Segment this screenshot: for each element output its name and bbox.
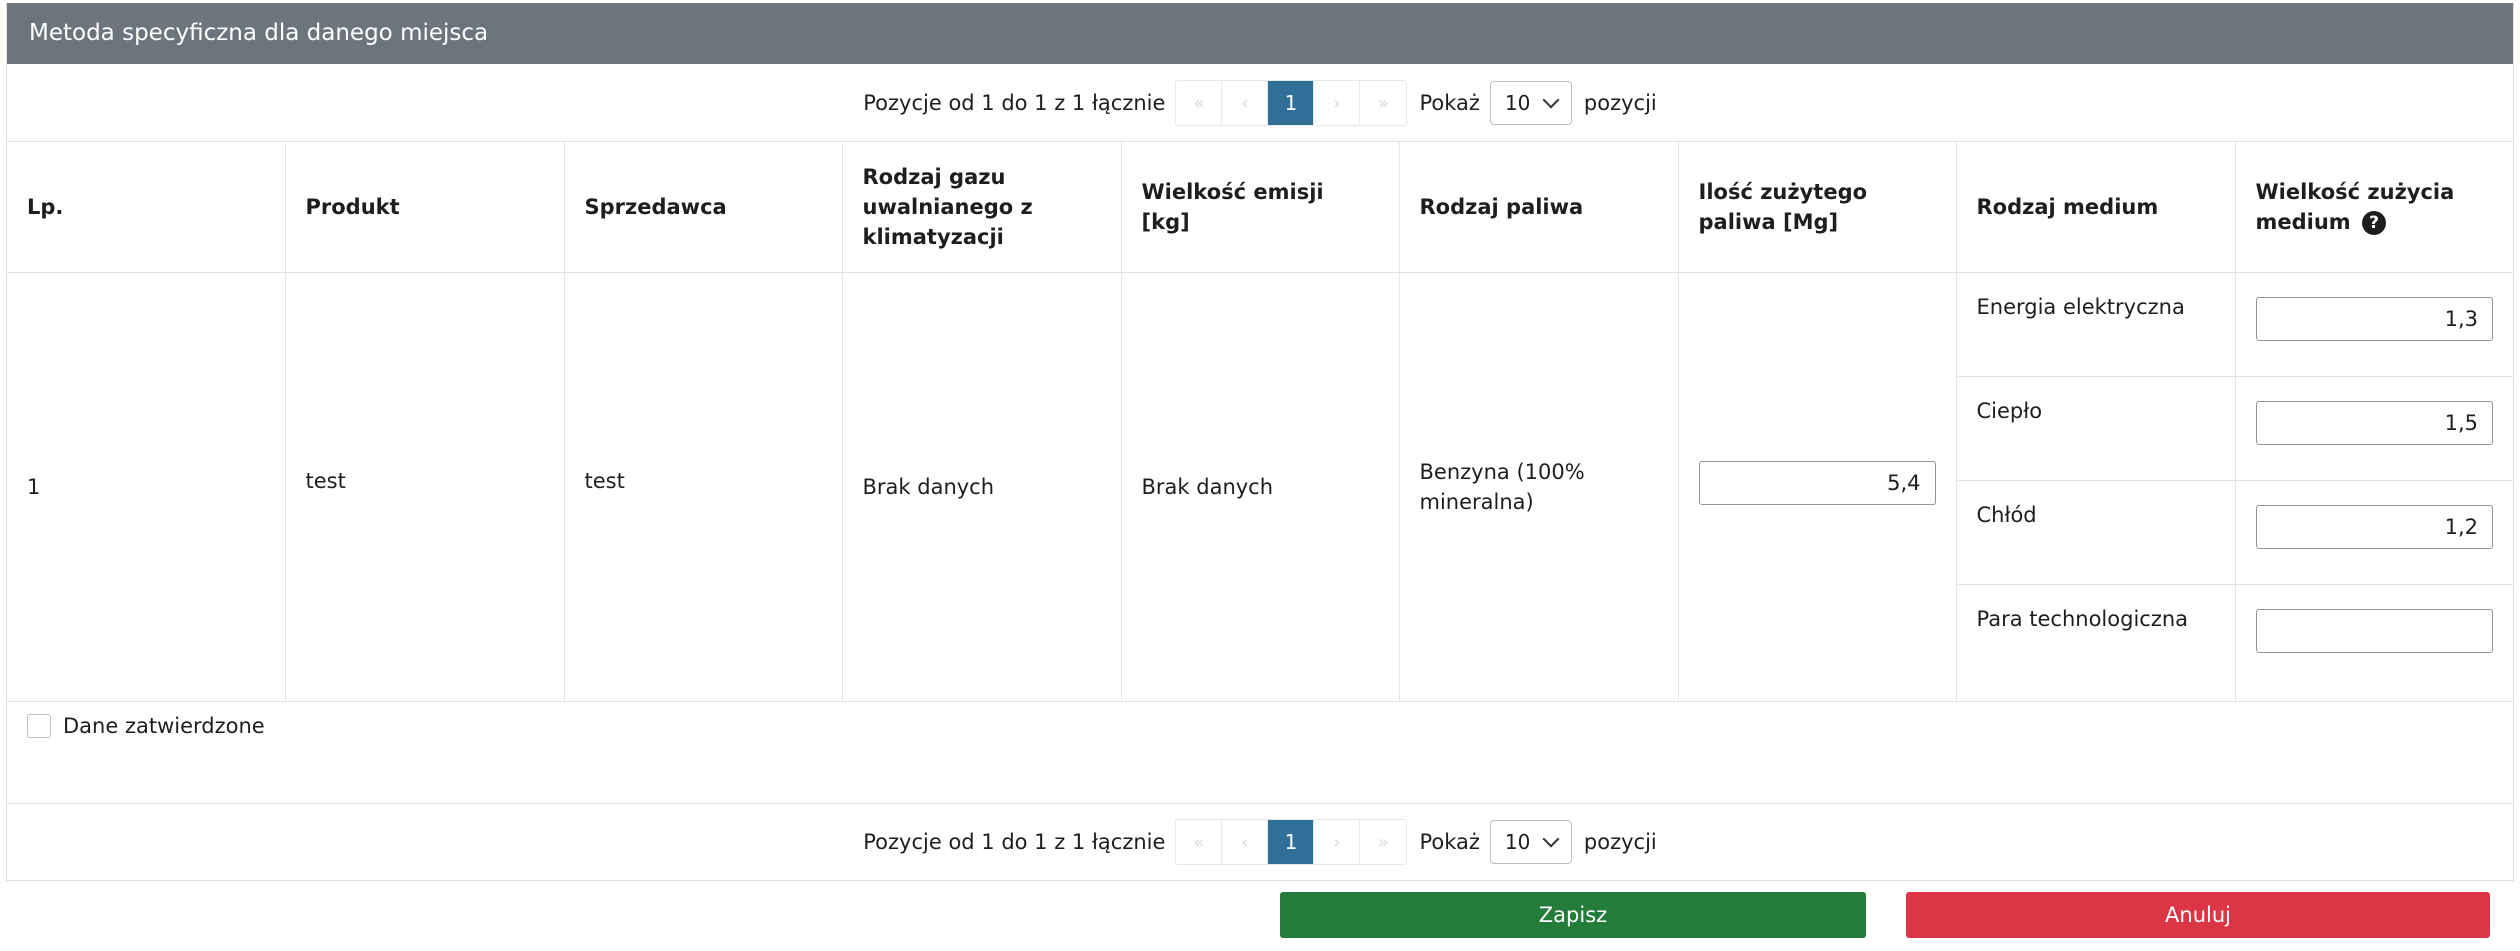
approved-checkbox[interactable] xyxy=(27,714,51,738)
items-label: pozycji xyxy=(1583,91,1657,115)
per-page-select[interactable]: 10 xyxy=(1489,81,1572,125)
question-circle-icon[interactable]: ? xyxy=(2362,211,2386,235)
list-item: 1,2 xyxy=(2235,481,2513,585)
save-button[interactable]: Zapisz xyxy=(1280,892,1866,938)
pagination-bar-top: Pozycje od 1 do 1 z 1 łącznie « ‹ 1 › » … xyxy=(7,65,2513,142)
chevron-down-icon xyxy=(1542,830,1560,848)
medium-usage-input[interactable] xyxy=(2255,609,2493,653)
medium-name: Chłód xyxy=(1976,503,2037,527)
header-medium-usage-label: Wielkość zużycia medium xyxy=(2255,180,2455,234)
page-next-button[interactable]: › xyxy=(1314,820,1361,864)
table-header-row: Lp. Produkt Sprzedawca Rodzaj gazu uwaln… xyxy=(7,142,2513,273)
cell-seller: test xyxy=(564,272,843,702)
cell-lp: 1 xyxy=(7,272,286,702)
list-item xyxy=(2236,585,2514,689)
header-fuel-amount: Ilość zużytego paliwa [Mg] xyxy=(1678,142,1957,273)
cell-medium-types: Energia elektryczna Ciepło Chłód Para te… xyxy=(1956,272,2236,702)
panel-title: Metoda specyficzna dla danego miejsca xyxy=(7,3,2513,64)
cell-medium-usage: 1,3 1,5 1,2 xyxy=(2235,272,2514,702)
fuel-amount-input[interactable]: 5,4 xyxy=(1698,461,1936,505)
list-item: Chłód xyxy=(1956,481,2235,585)
page-first-button[interactable]: « xyxy=(1176,820,1223,864)
medium-usage-input[interactable]: 1,5 xyxy=(2255,401,2493,445)
page-current-button[interactable]: 1 xyxy=(1268,81,1315,125)
cell-fuel-amount: 5,4 xyxy=(1678,272,1957,702)
cell-gas-type: Brak danych xyxy=(842,272,1122,702)
header-gas-type: Rodzaj gazu uwalnianego z klimatyzacji xyxy=(842,142,1122,273)
pagination-bar-bottom: Pozycje od 1 do 1 z 1 łącznie « ‹ 1 › » … xyxy=(7,803,2513,880)
show-label: Pokaż xyxy=(1419,91,1480,115)
items-label: pozycji xyxy=(1583,830,1657,854)
list-item: Energia elektryczna xyxy=(1956,273,2235,377)
header-seller: Sprzedawca xyxy=(564,142,843,273)
list-item: 1,3 xyxy=(2235,273,2513,377)
page-current-button[interactable]: 1 xyxy=(1268,820,1315,864)
page-prev-button[interactable]: ‹ xyxy=(1222,81,1269,125)
medium-usage-input[interactable]: 1,2 xyxy=(2255,505,2493,549)
table-row: 1 test test Brak danych Brak danych Benz… xyxy=(7,272,2514,702)
medium-usage-input[interactable]: 1,3 xyxy=(2255,297,2493,341)
header-product: Produkt xyxy=(285,142,565,273)
pagination-summary: Pozycje od 1 do 1 z 1 łącznie xyxy=(863,91,1166,115)
medium-name: Energia elektryczna xyxy=(1976,295,2185,319)
site-specific-method-panel: Metoda specyficzna dla danego miejsca Po… xyxy=(6,3,2514,881)
medium-name: Para technologiczna xyxy=(1976,607,2189,631)
pagination: « ‹ 1 › » xyxy=(1175,819,1408,865)
page-first-button[interactable]: « xyxy=(1176,81,1223,125)
pagination: « ‹ 1 › » xyxy=(1175,80,1408,126)
header-emission: Wielkość emisji [kg] xyxy=(1121,142,1400,273)
page-last-button[interactable]: » xyxy=(1360,820,1406,864)
page-next-button[interactable]: › xyxy=(1314,81,1361,125)
per-page-value: 10 xyxy=(1504,830,1531,854)
pagination-summary: Pozycje od 1 do 1 z 1 łącznie xyxy=(863,830,1166,854)
list-item: Para technologiczna xyxy=(1957,585,2235,689)
approved-label: Dane zatwierdzone xyxy=(63,714,265,738)
header-fuel-type: Rodzaj paliwa xyxy=(1399,142,1679,273)
header-medium-type: Rodzaj medium xyxy=(1956,142,2236,273)
page-last-button[interactable]: » xyxy=(1360,81,1406,125)
list-item: Ciepło xyxy=(1956,377,2235,481)
cell-fuel-type: Benzyna (100% mineralna) xyxy=(1399,272,1679,702)
page-prev-button[interactable]: ‹ xyxy=(1222,820,1269,864)
cell-emission: Brak danych xyxy=(1121,272,1400,702)
cancel-button[interactable]: Anuluj xyxy=(1906,892,2490,938)
header-medium-usage: Wielkość zużycia medium ? xyxy=(2235,142,2513,273)
show-label: Pokaż xyxy=(1419,830,1480,854)
per-page-value: 10 xyxy=(1504,91,1531,115)
list-item: 1,5 xyxy=(2235,377,2513,481)
per-page-select[interactable]: 10 xyxy=(1489,820,1572,864)
header-lp: Lp. xyxy=(7,142,286,273)
chevron-down-icon xyxy=(1542,91,1560,109)
data-table: Lp. Produkt Sprzedawca Rodzaj gazu uwaln… xyxy=(7,142,2513,702)
cell-product: test xyxy=(285,272,565,702)
medium-name: Ciepło xyxy=(1976,399,2043,423)
approved-checkbox-row[interactable]: Dane zatwierdzone xyxy=(27,714,265,738)
